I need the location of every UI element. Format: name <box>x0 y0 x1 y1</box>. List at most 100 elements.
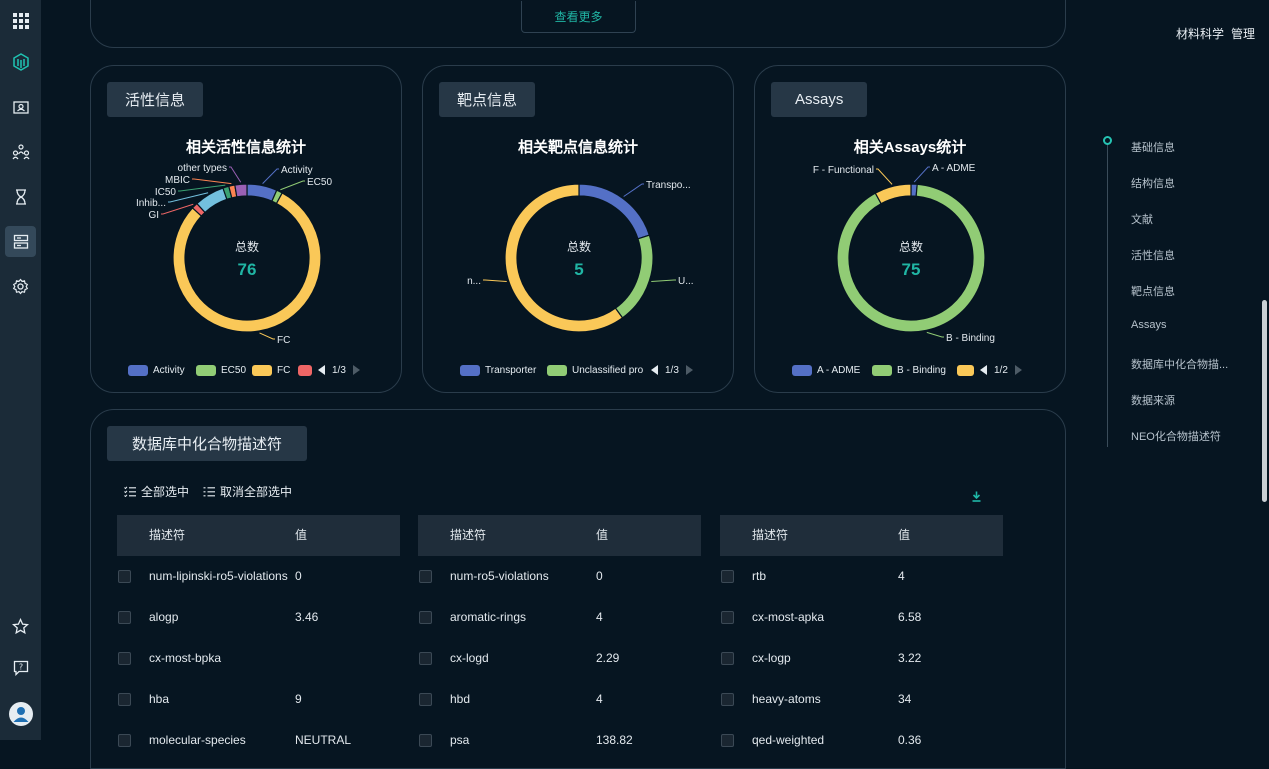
table-row: hba 9 <box>117 679 400 720</box>
assays-legend: A - ADME B - Binding 1/2 <box>755 363 1065 379</box>
admin-link[interactable]: 管理 <box>1231 27 1255 41</box>
slice-label: Inhib... <box>136 198 166 209</box>
donut-slice[interactable] <box>246 183 278 203</box>
donut-center-label: 总数 <box>235 239 259 254</box>
deselect-all-button[interactable]: 取消全部选中 <box>203 483 292 500</box>
legend-item-ec50[interactable]: EC50 <box>196 363 246 377</box>
col-value-header: 值 <box>295 528 308 542</box>
anchor-item-literature[interactable]: 文献 <box>1131 211 1153 227</box>
legend-item-functional[interactable] <box>957 363 979 377</box>
descriptor-name: cx-most-apka <box>752 610 825 624</box>
slice-label: F - Functional <box>813 165 874 176</box>
checklist-icon <box>124 486 136 497</box>
select-all-label: 全部选中 <box>141 485 190 499</box>
legend-item-adme[interactable]: A - ADME <box>792 363 860 377</box>
donut-slice[interactable] <box>196 187 228 214</box>
next-page-icon[interactable] <box>1014 365 1022 375</box>
descriptor-name: psa <box>450 733 470 747</box>
row-checkbox[interactable] <box>721 693 734 706</box>
page-scrollbar[interactable] <box>1262 300 1267 502</box>
legend-item-binding[interactable]: B - Binding <box>872 363 946 377</box>
descriptor-table-3: 描述符 值 rtb 4 cx-most-apka 6.58 cx-logp 3.22 h… <box>720 515 1003 761</box>
prev-page-icon[interactable] <box>651 365 658 375</box>
legend-item-gi[interactable] <box>298 363 317 377</box>
row-checkbox[interactable] <box>419 734 432 747</box>
materials-science-link[interactable]: 材料科学 <box>1176 27 1224 41</box>
feedback-icon[interactable]: ? <box>5 652 36 683</box>
legend-item-fc[interactable]: FC <box>252 363 290 377</box>
cube-logo-icon[interactable] <box>5 46 36 77</box>
hourglass-icon[interactable] <box>5 181 36 212</box>
select-all-button[interactable]: 全部选中 <box>124 483 189 500</box>
descriptor-name: hba <box>149 692 170 706</box>
anchor-item-basic[interactable]: 基础信息 <box>1131 139 1175 155</box>
row-checkbox[interactable] <box>721 611 734 624</box>
row-checkbox[interactable] <box>721 652 734 665</box>
legend-item-activity[interactable]: Activity <box>128 363 185 377</box>
legend-item-unclassified[interactable]: Unclassified pro <box>547 363 644 377</box>
table-header: 描述符 值 <box>720 515 1003 556</box>
donut-slice[interactable] <box>578 183 651 240</box>
descriptor-name: alogp <box>149 610 179 624</box>
slice-leader-line <box>229 166 242 183</box>
anchor-item-source[interactable]: 数据来源 <box>1131 392 1175 408</box>
settings-icon[interactable] <box>5 271 36 302</box>
prev-page-icon[interactable] <box>318 365 325 375</box>
slice-leader-line <box>483 279 507 282</box>
pager-text: 1/3 <box>665 364 679 376</box>
view-more-button[interactable]: 查看更多 <box>521 1 636 33</box>
legend-item-transporter[interactable]: Transporter <box>460 363 536 377</box>
anchor-item-assays[interactable]: Assays <box>1131 319 1166 331</box>
anchor-item-activity[interactable]: 活性信息 <box>1131 247 1175 263</box>
slice-label: A - ADME <box>932 163 976 174</box>
row-checkbox[interactable] <box>118 611 131 624</box>
donut-slice[interactable] <box>614 234 654 319</box>
anchor-item-descriptors[interactable]: 数据库中化合物描... <box>1131 356 1228 372</box>
descriptor-value: 138.82 <box>596 733 633 747</box>
slice-leader-line <box>280 180 305 191</box>
donut-slice[interactable] <box>836 183 986 333</box>
slice-label: other types <box>178 163 227 174</box>
row-checkbox[interactable] <box>419 652 432 665</box>
prev-page-icon[interactable] <box>980 365 987 375</box>
donut-slice[interactable] <box>874 183 912 205</box>
database-icon[interactable] <box>5 226 36 257</box>
descriptor-value: 0 <box>295 569 302 583</box>
row-checkbox[interactable] <box>721 570 734 583</box>
next-page-icon[interactable] <box>685 365 693 375</box>
table-row: alogp 3.46 <box>117 597 400 638</box>
apps-grid-icon[interactable] <box>5 5 36 36</box>
network-icon[interactable] <box>5 136 36 167</box>
table-row: molecular-species NEUTRAL <box>117 720 400 761</box>
descriptor-value: 3.46 <box>295 610 319 624</box>
legend-swatch <box>128 364 148 376</box>
download-icon[interactable] <box>971 489 982 507</box>
next-page-icon[interactable] <box>352 365 360 375</box>
descriptor-name: num-ro5-violations <box>450 569 549 583</box>
row-checkbox[interactable] <box>118 652 131 665</box>
donut-slice[interactable] <box>504 183 624 333</box>
star-icon[interactable] <box>5 611 36 642</box>
legend-swatch <box>298 364 312 376</box>
row-checkbox[interactable] <box>118 693 131 706</box>
row-checkbox[interactable] <box>419 611 432 624</box>
row-checkbox[interactable] <box>118 734 131 747</box>
target-legend: Transporter Unclassified pro 1/3 <box>423 363 733 379</box>
slice-label: Activity <box>281 165 313 176</box>
donut-slice[interactable] <box>234 183 248 198</box>
row-checkbox[interactable] <box>118 570 131 583</box>
contact-card-icon[interactable] <box>5 91 36 122</box>
descriptor-value: NEUTRAL <box>295 733 352 747</box>
activity-legend: Activity EC50 FC 1/3 <box>91 363 401 379</box>
row-checkbox[interactable] <box>419 693 432 706</box>
left-sidebar: ? <box>0 0 41 740</box>
descriptor-value: 4 <box>596 692 603 706</box>
anchor-item-neo[interactable]: NEO化合物描述符 <box>1131 428 1221 444</box>
row-checkbox[interactable] <box>721 734 734 747</box>
descriptor-value: 0.36 <box>898 733 922 747</box>
anchor-item-structure[interactable]: 结构信息 <box>1131 175 1175 191</box>
anchor-item-target[interactable]: 靶点信息 <box>1131 283 1175 299</box>
descriptor-value: 4 <box>596 610 603 624</box>
row-checkbox[interactable] <box>419 570 432 583</box>
user-avatar-icon[interactable] <box>5 698 36 729</box>
